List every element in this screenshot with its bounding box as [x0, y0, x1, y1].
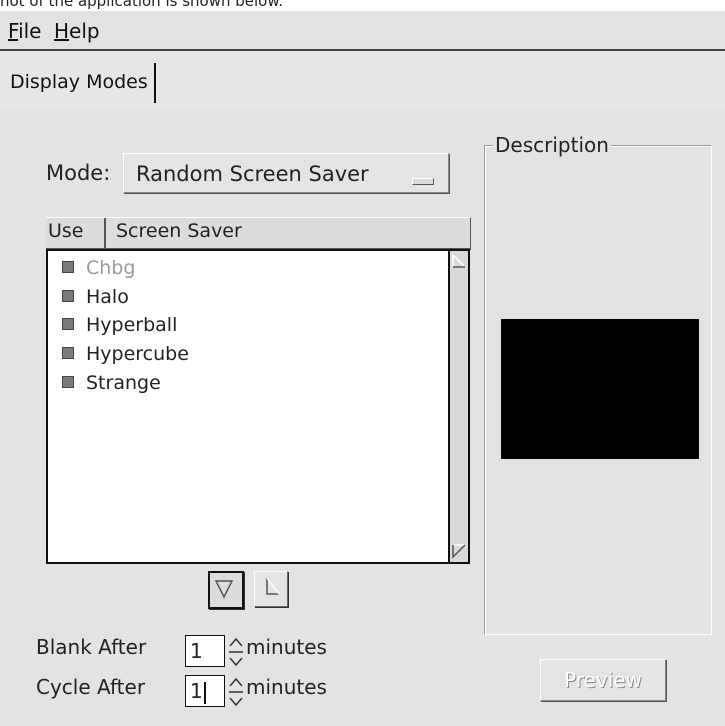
screen-saver-list[interactable]: Chbg Halo Hyperball Hypercube Strange: [46, 249, 448, 564]
use-checkbox[interactable]: [62, 260, 74, 273]
down-arrow-icon: [214, 580, 234, 599]
app-window: File Help Display Modes Mode: Random Scr…: [0, 11, 725, 726]
preview-area: [501, 319, 699, 459]
column-header-screen-saver[interactable]: Screen Saver: [116, 220, 242, 242]
caption-text: hot of the application is shown below.: [0, 0, 284, 10]
list-item[interactable]: Halo: [62, 286, 129, 312]
blank-after-unit: minutes: [246, 635, 327, 659]
use-checkbox[interactable]: [62, 317, 74, 330]
cycle-after-value: 1: [190, 679, 203, 703]
blank-after-label: Blank After: [36, 635, 147, 659]
description-legend: Description: [493, 133, 611, 157]
move-up-button[interactable]: [254, 571, 288, 607]
menu-file-mnemonic: F: [8, 19, 19, 43]
tab-strip: Display Modes: [0, 51, 725, 109]
use-checkbox[interactable]: [62, 289, 74, 302]
cycle-after-label: Cycle After: [36, 675, 146, 699]
preview-button[interactable]: Preview: [540, 659, 666, 701]
menu-help-label: elp: [69, 19, 100, 43]
list-item-name: Halo: [86, 286, 129, 308]
mode-value: Random Screen Saver: [136, 162, 369, 186]
list-item[interactable]: Strange: [62, 372, 161, 398]
tab-display-modes[interactable]: Display Modes: [8, 63, 156, 103]
blank-after-spin-icon[interactable]: [226, 636, 246, 668]
up-arrow-icon: [266, 577, 280, 595]
cycle-after-field[interactable]: 1: [185, 675, 225, 707]
scroll-down-arrow-icon[interactable]: [451, 543, 467, 559]
blank-after-field[interactable]: 1: [185, 635, 225, 667]
menubar: File Help: [0, 11, 725, 51]
list-header: Use Screen Saver: [46, 217, 471, 250]
mode-label: Mode:: [46, 161, 111, 185]
cycle-after-unit: minutes: [246, 675, 327, 699]
list-item-name: Strange: [86, 372, 161, 394]
use-checkbox[interactable]: [62, 346, 74, 359]
list-item-name: Hyperball: [86, 314, 178, 336]
list-item[interactable]: Chbg: [62, 257, 135, 283]
menu-help-mnemonic: H: [54, 19, 70, 43]
column-header-use[interactable]: Use: [48, 220, 84, 242]
list-item-name: Hypercube: [86, 343, 189, 365]
cycle-after-spin-icon[interactable]: [226, 676, 246, 708]
mode-option-menu[interactable]: Random Screen Saver: [123, 153, 449, 193]
menu-help[interactable]: Help: [54, 19, 100, 43]
option-menu-indicator-icon: [412, 178, 434, 185]
menu-file-label: ile: [18, 19, 42, 43]
scroll-up-arrow-icon[interactable]: [451, 253, 467, 269]
use-checkbox[interactable]: [62, 375, 74, 388]
move-down-button[interactable]: [208, 571, 244, 609]
list-item[interactable]: Hypercube: [62, 343, 189, 369]
list-item-name: Chbg: [86, 257, 136, 279]
text-cursor: [203, 681, 206, 704]
column-divider: [104, 218, 106, 248]
list-item[interactable]: Hyperball: [62, 314, 177, 340]
display-modes-panel: Mode: Random Screen Saver Use Screen Sav…: [8, 109, 720, 726]
vertical-scrollbar[interactable]: [448, 249, 470, 564]
menu-file[interactable]: File: [8, 19, 41, 43]
